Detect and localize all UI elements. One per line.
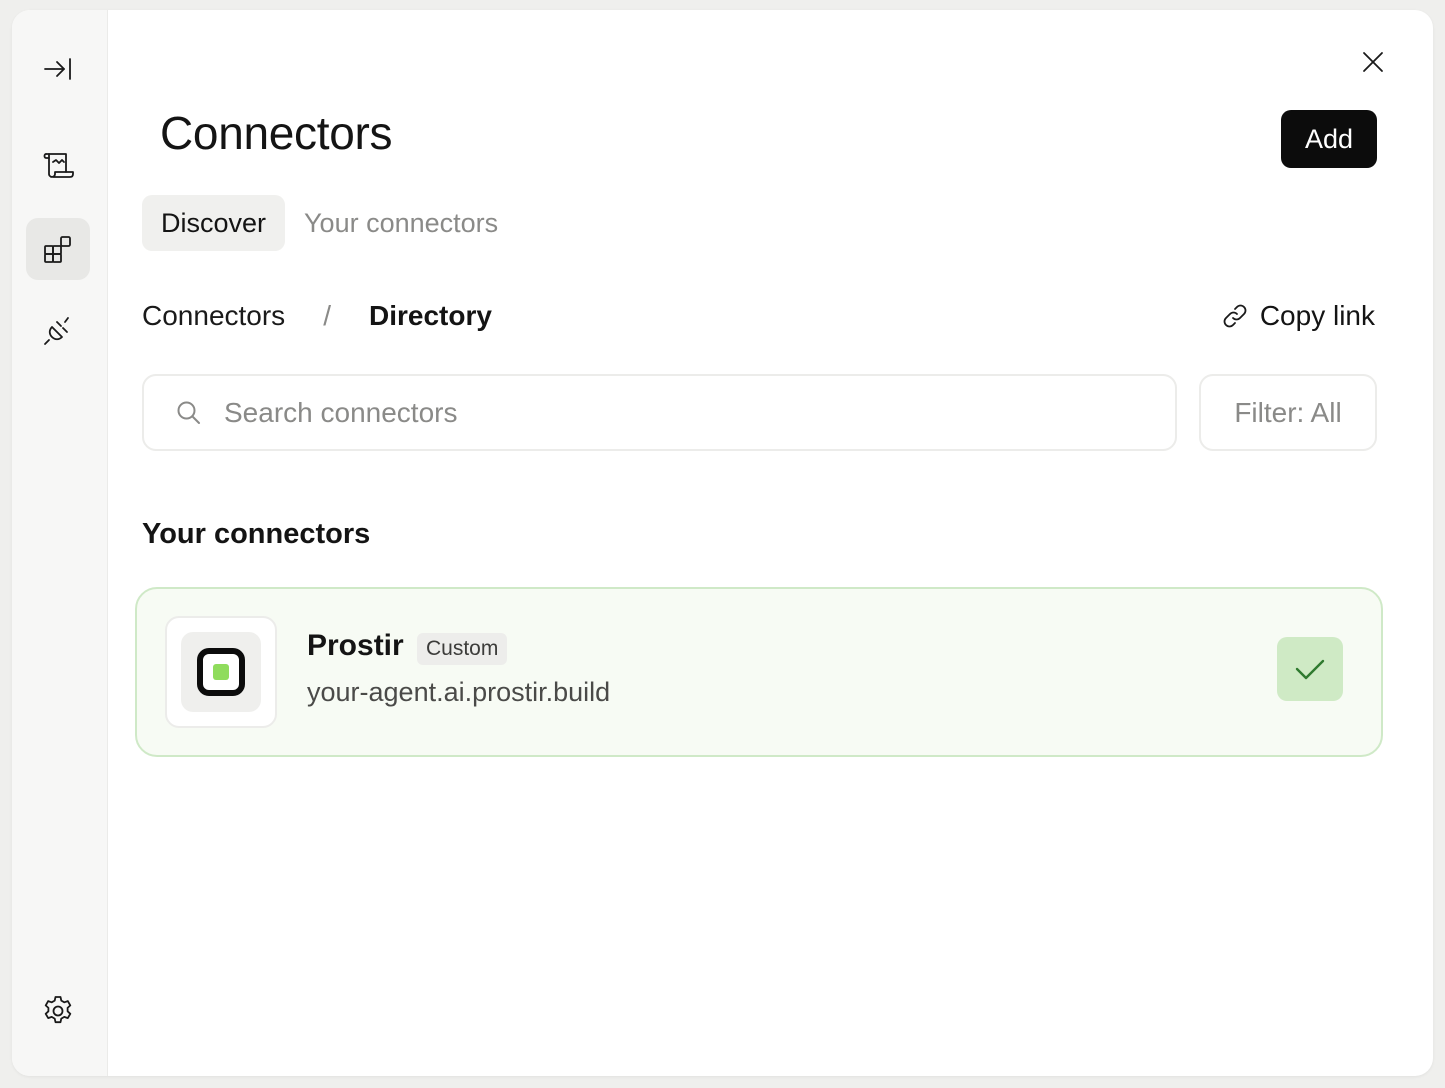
tab-discover[interactable]: Discover (142, 195, 286, 251)
search-input[interactable] (224, 396, 1124, 429)
sidebar-item-plugins[interactable] (26, 300, 90, 362)
breadcrumb: Connectors / Directory (142, 300, 492, 332)
tab-your-connectors[interactable]: Your connectors (285, 195, 517, 251)
breadcrumb-directory: Directory (368, 300, 492, 331)
main-panel: Connectors Add Discover Your connectors … (108, 10, 1433, 1076)
sidebar (12, 10, 108, 1076)
connector-card[interactable]: Prostir Custom your-agent.ai.prostir.bui… (135, 587, 1383, 757)
plug-icon (44, 317, 69, 345)
connectors-grid-icon (44, 236, 71, 263)
settings-button[interactable] (26, 980, 90, 1042)
sidebar-item-connectors[interactable] (26, 218, 90, 280)
connectors-window: Connectors Add Discover Your connectors … (12, 10, 1433, 1076)
close-button[interactable] (1359, 48, 1387, 76)
search-box (142, 374, 1177, 451)
filter-dropdown[interactable]: Filter: All (1199, 374, 1377, 451)
breadcrumb-connectors[interactable]: Connectors (142, 300, 285, 332)
prostir-logo-icon (197, 648, 245, 696)
connector-logo (165, 616, 277, 728)
connector-name: Prostir (307, 629, 404, 662)
search-icon (177, 401, 200, 424)
sidebar-item-scroll[interactable] (26, 134, 90, 196)
scroll-icon (43, 153, 74, 178)
copy-link-label: Copy link (1259, 300, 1375, 331)
collapse-sidebar-icon (44, 58, 71, 80)
gear-icon (44, 996, 72, 1024)
connector-logo-backdrop (181, 632, 261, 712)
page-title: Connectors (160, 107, 393, 159)
section-heading: Your connectors (142, 518, 371, 550)
connector-badge: Custom (417, 633, 508, 665)
copy-link-button[interactable]: Copy link (1220, 300, 1375, 332)
link-icon (1223, 304, 1247, 328)
tab-bar: Discover Your connectors (142, 195, 517, 251)
add-button[interactable]: Add (1281, 110, 1377, 168)
connector-url: your-agent.ai.prostir.build (307, 677, 611, 707)
checkmark-icon (1295, 659, 1325, 680)
breadcrumb-separator: / (323, 300, 331, 331)
prostir-logo-dot (213, 664, 229, 680)
collapse-sidebar-button[interactable] (26, 38, 90, 100)
close-icon (1363, 52, 1383, 72)
connected-status[interactable] (1277, 637, 1343, 701)
